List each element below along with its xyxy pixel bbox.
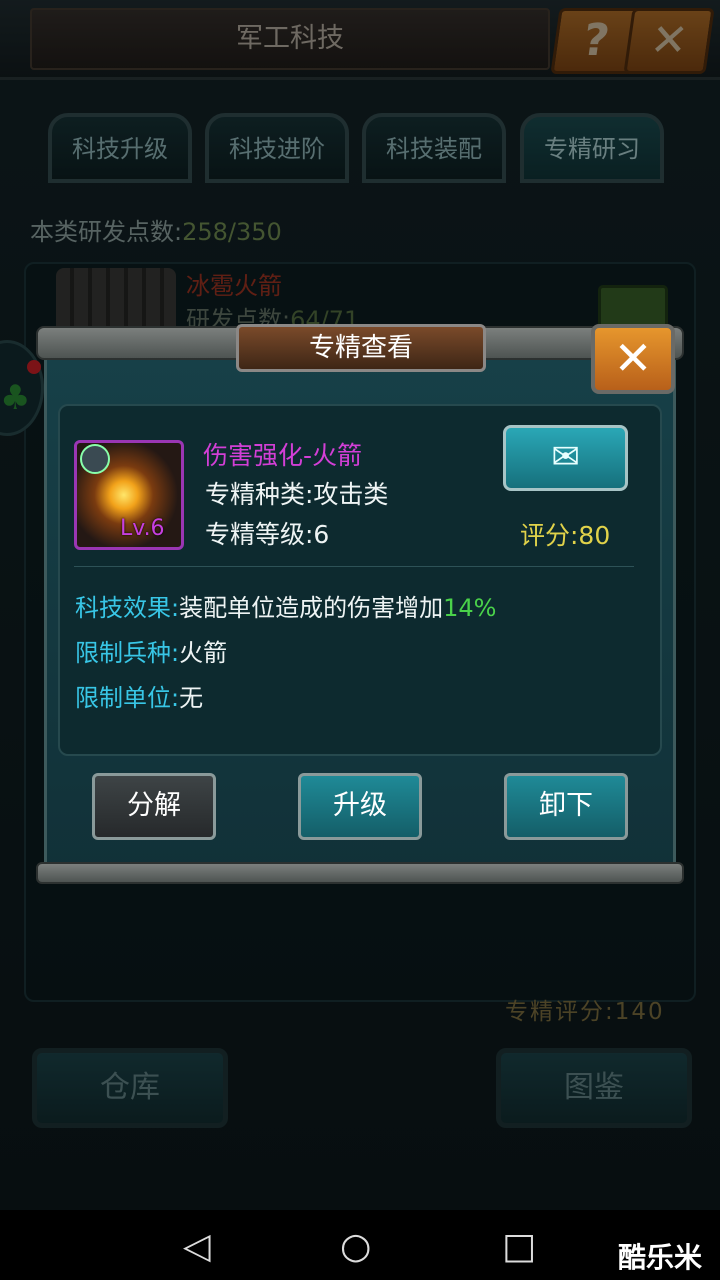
divider — [74, 566, 634, 567]
tank-badge-icon — [80, 444, 110, 474]
dialog-close-button[interactable]: ✕ — [591, 324, 675, 394]
tech-effect: 科技效果:装配单位造成的伤害增加14% — [75, 594, 497, 622]
mail-send-icon: ✉ — [551, 437, 580, 477]
tech-name: 伤害强化-火箭 — [203, 441, 363, 470]
troop-restriction: 限制兵种:火箭 — [75, 639, 228, 667]
level-badge: Lv.6 — [120, 516, 165, 541]
home-icon[interactable]: ○ — [340, 1226, 371, 1267]
dialog-title: 专精查看 — [236, 324, 486, 372]
unequip-button[interactable]: 卸下 — [504, 773, 628, 840]
close-x-icon: ✕ — [613, 331, 653, 385]
spec-rating: 评分:80 — [520, 521, 611, 550]
upgrade-button[interactable]: 升级 — [298, 773, 422, 840]
tech-level: 专精等级:6 — [205, 520, 330, 549]
recents-icon[interactable]: □ — [502, 1226, 536, 1267]
unit-restriction: 限制单位:无 — [75, 684, 204, 712]
share-mail-button[interactable]: ✉ — [503, 425, 628, 491]
dialog-bottom-rail — [36, 862, 684, 884]
watermark: 酷乐米 — [618, 1241, 703, 1274]
decompose-button[interactable]: 分解 — [92, 773, 216, 840]
back-icon[interactable]: ◁ — [183, 1226, 211, 1267]
tech-type: 专精种类:攻击类 — [205, 480, 389, 509]
